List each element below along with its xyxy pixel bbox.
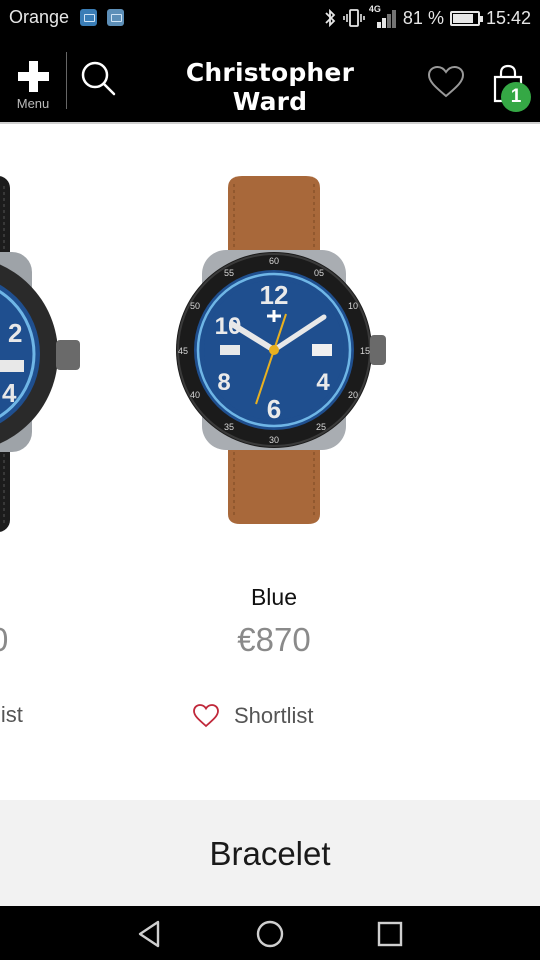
svg-text:40: 40 [190, 390, 200, 400]
svg-text:55: 55 [224, 268, 234, 278]
search-icon [81, 61, 116, 96]
menu-button[interactable]: Menu [0, 36, 66, 122]
svg-text:50: 50 [190, 301, 200, 311]
system-navigation-bar [0, 906, 540, 960]
svg-text:30: 30 [269, 435, 279, 445]
svg-text:25: 25 [316, 422, 326, 432]
product-card-blue[interactable]: 60 05 10 15 20 25 30 35 40 45 50 55 12 1… [124, 124, 424, 800]
clock: 15:42 [485, 7, 531, 28]
signal-icon: 4G [369, 4, 397, 28]
product-price-previous: 0 [0, 621, 8, 659]
brand-logo[interactable]: Christopher Ward [150, 58, 390, 116]
bracelet-heading: Bracelet [209, 835, 331, 872]
vibrate-icon [343, 9, 365, 27]
shortlist-button[interactable]: Shortlist [192, 700, 313, 732]
battery-icon [449, 10, 483, 26]
heart-icon [427, 65, 465, 98]
product-card-previous[interactable]: 2 4 [0, 124, 112, 800]
status-bar: Orange 4G 81 % 15:42 [0, 0, 540, 36]
watch-image[interactable]: 60 05 10 15 20 25 30 35 40 45 50 55 12 1… [124, 164, 424, 544]
home-icon[interactable] [254, 918, 286, 950]
app-notification-icon [80, 9, 97, 26]
svg-text:60: 60 [269, 256, 279, 266]
svg-text:10: 10 [348, 301, 358, 311]
watch-image[interactable]: 2 4 [0, 164, 112, 544]
shortlist-label: Shortlist [234, 703, 314, 728]
svg-text:35: 35 [224, 422, 234, 432]
svg-text:4: 4 [316, 369, 330, 396]
shopping-bag-button[interactable]: 1 [488, 62, 536, 114]
svg-text:6: 6 [267, 394, 281, 424]
product-variant-name: Blue [250, 584, 298, 610]
bluetooth-icon [325, 8, 336, 28]
heart-icon [193, 704, 219, 728]
back-icon[interactable] [134, 918, 166, 950]
svg-text:12: 12 [260, 280, 289, 310]
recent-apps-icon[interactable] [374, 918, 406, 950]
carrier-name: Orange [9, 7, 70, 27]
svg-text:20: 20 [348, 390, 358, 400]
svg-text:8: 8 [217, 369, 230, 396]
wishlist-button[interactable] [426, 64, 466, 100]
menu-label: Menu [16, 96, 50, 111]
plus-icon [18, 61, 49, 92]
bracelet-section[interactable]: Bracelet [0, 800, 540, 906]
search-button[interactable] [78, 58, 118, 98]
app-header: Menu Christopher Ward 1 [0, 36, 540, 122]
image-notification-icon [107, 9, 124, 26]
cart-count-badge: 1 [501, 82, 531, 112]
battery-percent: 81 % [402, 7, 444, 28]
header-divider [66, 52, 67, 109]
product-carousel[interactable]: 2 4 0 list 60 05 10 15 20 25 [0, 124, 540, 800]
svg-text:05: 05 [314, 268, 324, 278]
svg-text:2: 2 [8, 318, 22, 348]
svg-text:15: 15 [360, 346, 370, 356]
svg-text:4: 4 [2, 378, 17, 408]
shortlist-label-previous[interactable]: list [0, 702, 23, 728]
product-price: €870 [237, 621, 311, 658]
svg-text:45: 45 [178, 346, 188, 356]
status-indicators: 4G 81 % 15:42 [323, 4, 531, 30]
